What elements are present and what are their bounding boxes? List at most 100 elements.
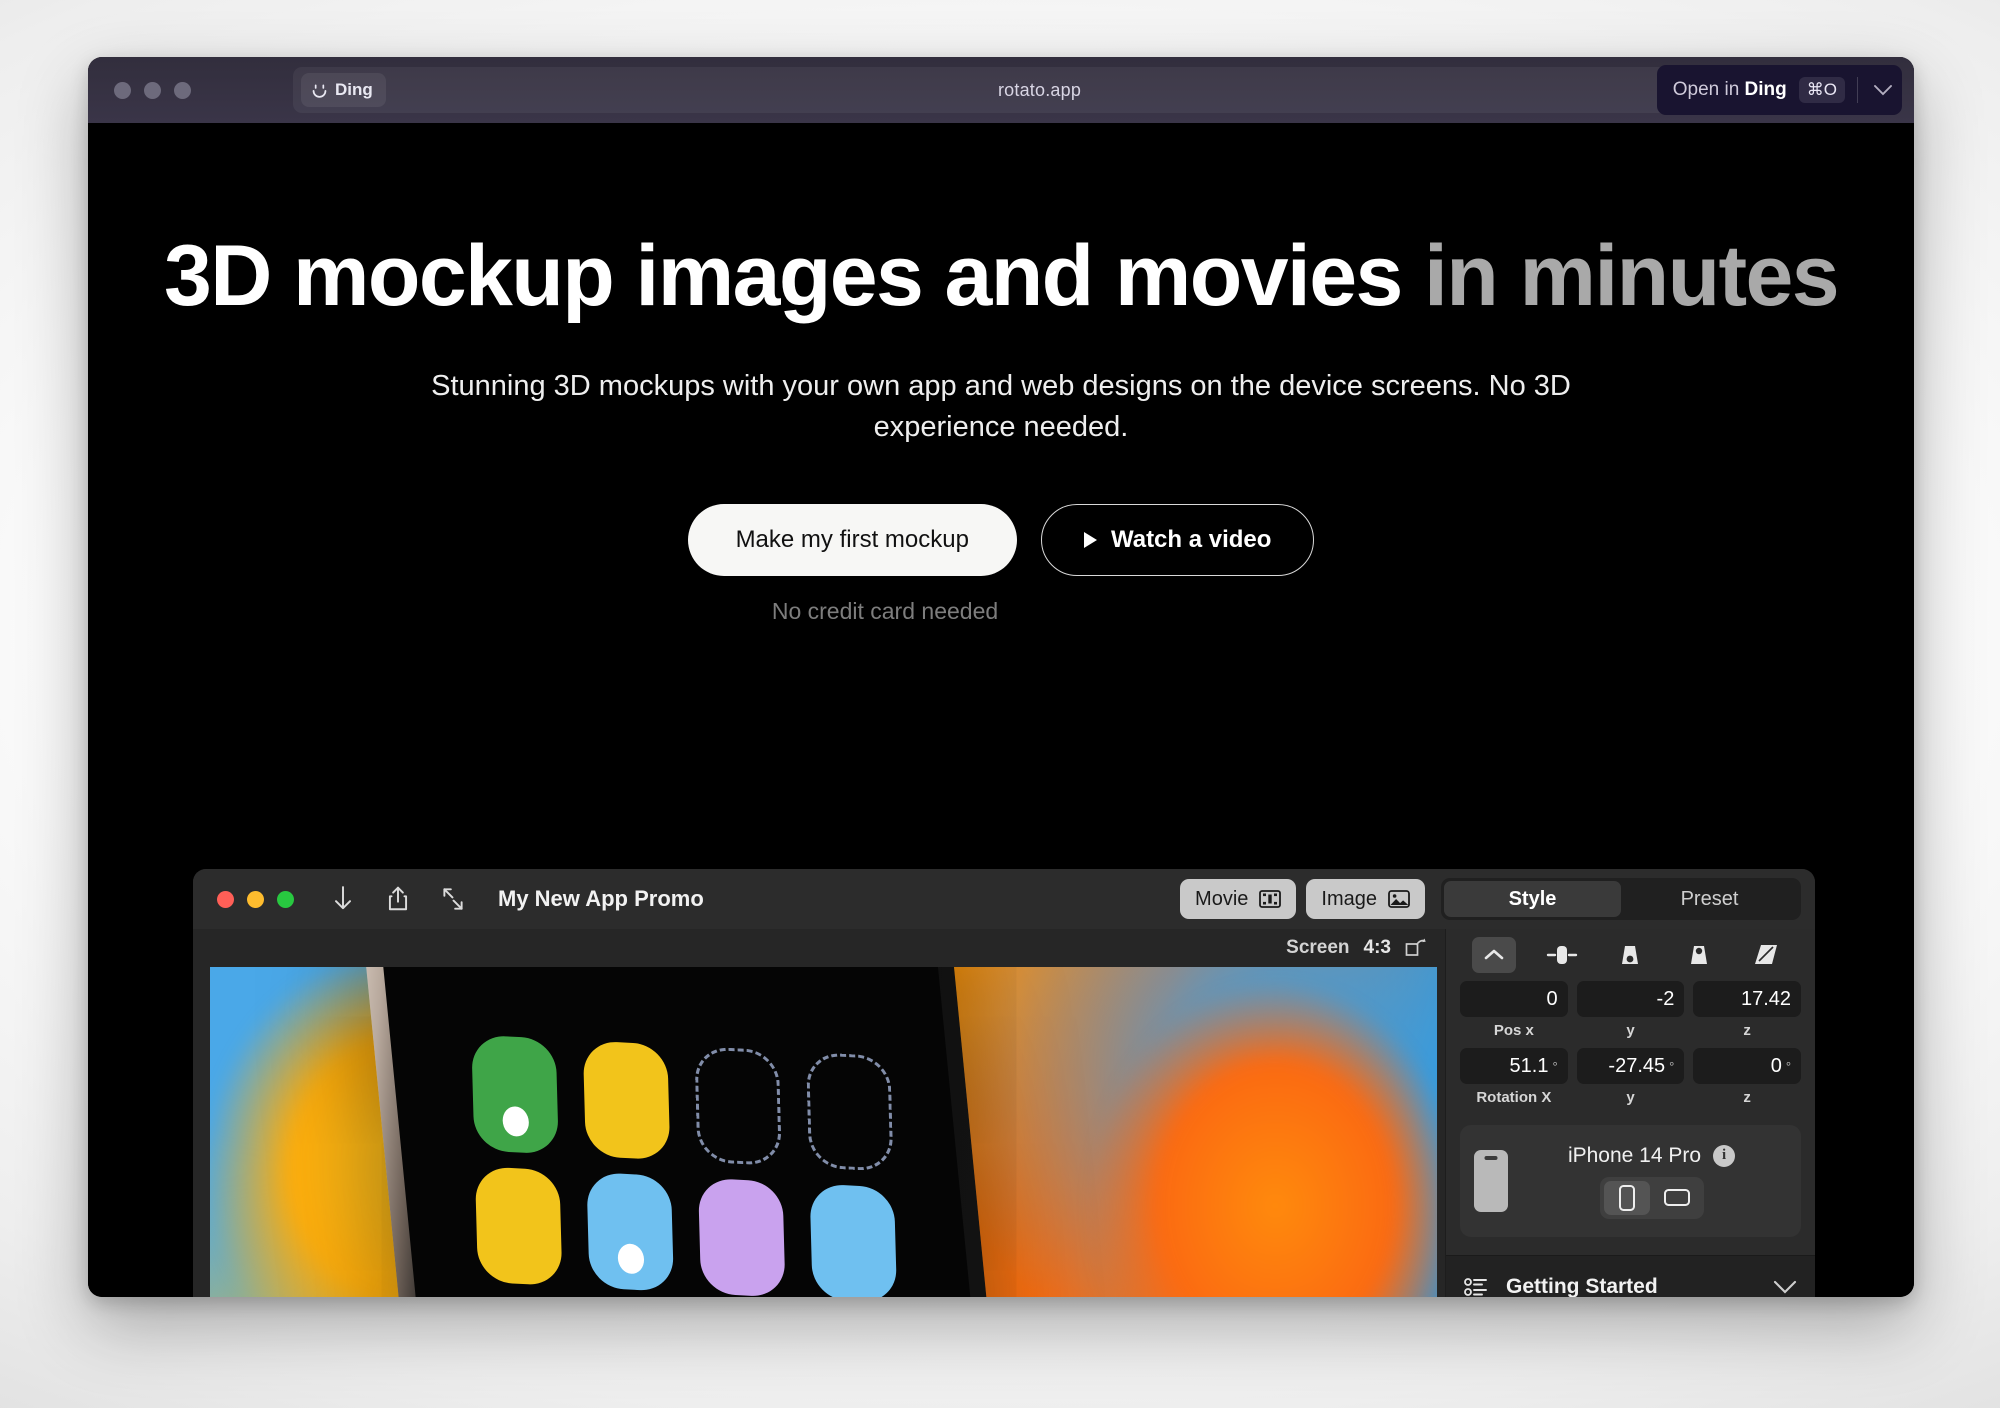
app-icon <box>474 1166 563 1287</box>
getting-started-label: Getting Started <box>1506 1274 1658 1298</box>
app-icon <box>809 1183 898 1297</box>
tab-style[interactable]: Style <box>1444 881 1621 917</box>
hero-title-main: 3D mockup images and movies <box>163 228 1424 324</box>
collapse-icon[interactable] <box>1472 937 1517 973</box>
film-icon <box>1259 890 1282 908</box>
rotation-z-input[interactable]: 0 ° <box>1693 1048 1802 1084</box>
open-in-ding-label: Open in Ding <box>1672 79 1787 100</box>
getting-started-row[interactable]: Getting Started <box>1446 1255 1815 1297</box>
rotation-x-label: Rotation X <box>1476 1089 1552 1106</box>
pos-x-label: Pos x <box>1493 1022 1534 1039</box>
close-button[interactable] <box>114 81 131 99</box>
app-icon-grid <box>471 1034 917 1297</box>
phone-mockup[interactable]: Drag your video image <box>358 967 1048 1297</box>
portrait-icon[interactable] <box>1603 1180 1650 1215</box>
app-icon-placeholder <box>805 1051 894 1172</box>
keyboard-shortcut-badge: ⌘O <box>1798 77 1845 103</box>
open-in-ding-button[interactable]: Open in Ding ⌘O <box>1656 65 1902 115</box>
rotate-top-icon[interactable] <box>1677 937 1721 973</box>
move-icon[interactable] <box>1540 937 1584 973</box>
device-name: iPhone 14 Pro <box>1567 1143 1702 1167</box>
hero-subtitle: Stunning 3D mockups with your own app an… <box>431 370 1571 444</box>
list-icon <box>1464 1277 1487 1296</box>
rotation-y-input[interactable]: -27.45 ° <box>1576 1048 1685 1084</box>
app-icon <box>697 1177 786 1297</box>
pos-z-input[interactable]: 17.42 <box>1693 981 1802 1017</box>
minimize-button[interactable] <box>144 81 161 99</box>
rotation-row: 51.1 ° Rotation X -27.45 ° y 0 ° z <box>1460 1048 1802 1115</box>
app-close-button[interactable] <box>217 890 234 908</box>
pos-z-label: z <box>1743 1022 1751 1039</box>
rotation-x-input[interactable]: 51.1 ° <box>1460 1048 1568 1084</box>
phone-body: Drag your video image <box>358 967 1048 1297</box>
rotation-z-label: z <box>1743 1089 1751 1106</box>
pos-y-input[interactable]: -2 <box>1576 981 1685 1017</box>
info-icon[interactable]: i <box>1713 1144 1736 1167</box>
pos-x-input[interactable]: 0 <box>1460 981 1568 1017</box>
landscape-icon[interactable] <box>1654 1181 1700 1215</box>
transform-tool-row <box>1446 929 1815 981</box>
photo-icon <box>1388 890 1410 908</box>
rotate-icon[interactable] <box>1405 938 1427 958</box>
canvas-column: Screen 4:3 <box>193 929 1445 1297</box>
wallpaper-swirl <box>1019 967 1437 1297</box>
mockup-scene[interactable]: Drag your video image <box>210 967 1437 1297</box>
position-row: 0 Pos x -2 y 17.42 z <box>1460 981 1802 1048</box>
maximize-button[interactable] <box>174 81 191 99</box>
device-card[interactable]: iPhone 14 Pro i <box>1460 1125 1801 1237</box>
rotate-front-icon[interactable] <box>1608 937 1652 973</box>
ding-tab-label: Ding <box>335 80 373 99</box>
browser-titlebar: Ding rotato.app Open in Ding ⌘O <box>88 57 1914 123</box>
browser-window: Ding rotato.app Open in Ding ⌘O 3D mocku… <box>88 57 1914 1297</box>
ding-tab-pill[interactable]: Ding <box>301 73 386 107</box>
cta-row: Make my first mockup Watch a video <box>88 503 1914 576</box>
watch-a-video-button[interactable]: Watch a video <box>1040 503 1315 576</box>
page-title: 3D mockup images and movies in minutes <box>88 228 1914 324</box>
app-icon-placeholder <box>694 1046 782 1167</box>
rotato-app-window: My New App Promo Movie Image Style Prese… <box>193 869 1815 1297</box>
app-toolbar: My New App Promo Movie Image Style Prese… <box>193 869 1815 929</box>
make-first-mockup-button[interactable]: Make my first mockup <box>687 503 1017 576</box>
app-icon <box>582 1040 671 1161</box>
transform-numeric-fields: 0 Pos x -2 y 17.42 z 51.1 ° Rotation X -… <box>1446 981 1815 1115</box>
no-credit-card-note: No credit card needed <box>771 597 999 624</box>
app-maximize-button[interactable] <box>277 890 294 908</box>
orientation-segmented-control <box>1599 1176 1704 1219</box>
image-mode-button[interactable]: Image <box>1306 879 1425 919</box>
address-bar[interactable]: Ding rotato.app <box>293 67 1786 113</box>
phone-screen: Drag your video image <box>376 967 1030 1297</box>
app-traffic-lights[interactable] <box>217 890 294 908</box>
app-icon <box>471 1034 559 1155</box>
device-info: iPhone 14 Pro i <box>1516 1144 1787 1219</box>
share-icon[interactable] <box>385 885 411 913</box>
project-title: My New App Promo <box>498 886 704 911</box>
ding-smiley-icon <box>312 84 327 98</box>
window-traffic-lights[interactable] <box>104 81 191 99</box>
chevron-down-icon[interactable] <box>1773 1280 1797 1294</box>
page-content: 3D mockup images and movies in minutes S… <box>88 123 1914 1297</box>
divider <box>1857 77 1858 103</box>
app-icon <box>586 1171 675 1292</box>
app-minimize-button[interactable] <box>247 890 264 908</box>
expand-icon[interactable] <box>440 885 466 913</box>
inspector-panel: 0 Pos x -2 y 17.42 z 51.1 ° Rotation X -… <box>1445 929 1815 1297</box>
play-icon <box>1083 531 1097 548</box>
canvas-header: Screen 4:3 <box>193 929 1445 967</box>
chevron-down-icon[interactable] <box>1870 77 1896 103</box>
aspect-ratio-value[interactable]: 4:3 <box>1364 937 1391 959</box>
movie-label: Movie <box>1195 887 1249 910</box>
pos-y-label: y <box>1626 1022 1635 1039</box>
style-preset-tabs: Style Preset <box>1441 878 1801 920</box>
app-tool-icons <box>330 885 466 913</box>
device-name-row: iPhone 14 Pro i <box>1567 1143 1736 1168</box>
device-thumbnail <box>1474 1150 1508 1212</box>
watch-a-video-label: Watch a video <box>1110 525 1272 553</box>
skew-icon[interactable] <box>1745 937 1789 973</box>
hero-title-accent: in minutes <box>1423 228 1840 324</box>
image-label: Image <box>1321 887 1377 910</box>
tab-preset[interactable]: Preset <box>1621 881 1798 917</box>
screen-label: Screen <box>1286 937 1350 958</box>
download-icon[interactable] <box>330 885 356 913</box>
app-toolbar-right: Movie Image Style Preset <box>1180 869 1815 929</box>
movie-mode-button[interactable]: Movie <box>1180 879 1297 919</box>
